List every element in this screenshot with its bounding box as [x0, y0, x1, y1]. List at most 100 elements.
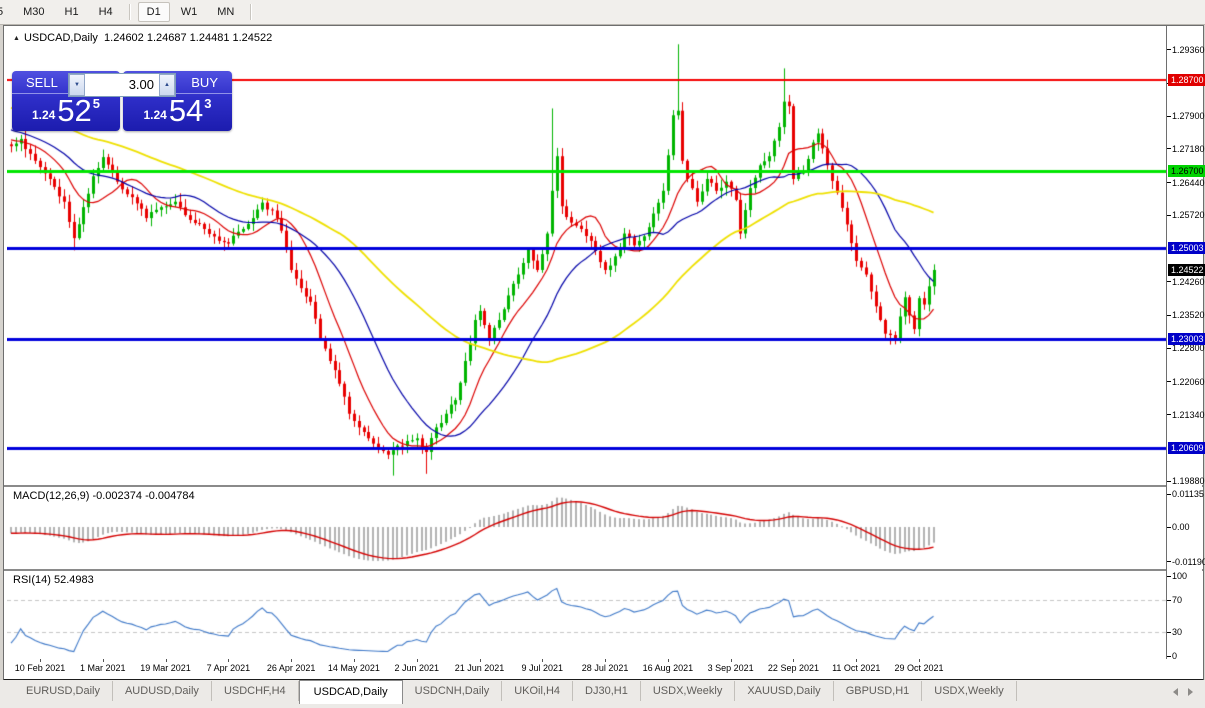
volume-input[interactable]: 3.00	[85, 74, 159, 96]
level-price-badge: 1.28700	[1168, 74, 1205, 86]
axis-tick-mark	[1167, 414, 1171, 415]
timeframe-button-h4[interactable]: H4	[90, 2, 122, 22]
date-tick-label: 21 Jun 2021	[455, 663, 505, 673]
level-price-badge: 1.23003	[1168, 333, 1205, 345]
tab-usdcnh-daily[interactable]: USDCNH,Daily	[403, 681, 503, 701]
level-price-badge: 1.26700	[1168, 165, 1205, 177]
price-tick-label: 1.19880	[1172, 476, 1205, 486]
axis-tick-mark	[1167, 348, 1171, 349]
rsi-panel[interactable]	[7, 571, 1166, 657]
axis-tick-mark	[1167, 561, 1171, 562]
tab-ukoil-h4[interactable]: UKOil,H4	[502, 681, 573, 701]
date-tick-mark	[291, 659, 292, 662]
date-tick-label: 2 Jun 2021	[394, 663, 439, 673]
date-tick-mark	[40, 659, 41, 662]
axis-tick-mark	[1167, 148, 1171, 149]
date-axis[interactable]: 10 Feb 20211 Mar 202119 Mar 20217 Apr 20…	[4, 659, 1203, 677]
tab-usdx-weekly[interactable]: USDX,Weekly	[641, 681, 735, 701]
toolbar-separator	[129, 4, 131, 20]
date-tick-label: 16 Aug 2021	[643, 663, 694, 673]
tab-eurusd-daily[interactable]: EURUSD,Daily	[14, 681, 113, 701]
price-tick-label: 1.24260	[1172, 277, 1205, 287]
spin-down-icon: ▼	[74, 82, 80, 88]
macd-tick-label: 0.01135	[1172, 489, 1204, 499]
axis-tick-mark	[1167, 656, 1171, 657]
date-tick-mark	[668, 659, 669, 662]
price-tick-label: 1.22060	[1172, 377, 1205, 387]
axis-tick-mark	[1167, 632, 1171, 633]
sell-price-big: 52	[57, 95, 91, 127]
timeframe-button-h1[interactable]: H1	[56, 2, 88, 22]
date-tick-label: 29 Oct 2021	[895, 663, 944, 673]
price-axis[interactable]: 1.293601.286201.279001.271801.264401.257…	[1166, 26, 1202, 659]
axis-tick-mark	[1167, 215, 1171, 216]
axis-tick-mark	[1167, 576, 1171, 577]
buy-price-big: 54	[169, 95, 203, 127]
rsi-indicator-label: RSI(14) 52.4983	[13, 574, 94, 586]
tab-audusd-daily[interactable]: AUDUSD,Daily	[113, 681, 212, 701]
macd-indicator-label: MACD(12,26,9) -0.002374 -0.004784	[13, 490, 195, 502]
date-tick-label: 7 Apr 2021	[207, 663, 251, 673]
timeframe-toolbar: 5 M30 H1 H4 D1 W1 MN	[0, 0, 1205, 25]
axis-tick-mark	[1167, 600, 1171, 601]
tab-scroll-right-icon[interactable]	[1188, 688, 1193, 696]
date-tick-mark	[542, 659, 543, 662]
tab-xauusd-daily[interactable]: XAUUSD,Daily	[735, 681, 833, 701]
axis-tick-mark	[1167, 527, 1171, 528]
rsi-canvas[interactable]	[7, 571, 1166, 657]
date-tick-label: 9 Jul 2021	[522, 663, 564, 673]
price-tick-label: 1.26440	[1172, 178, 1205, 188]
volume-decrease-button[interactable]: ▼	[69, 74, 85, 96]
timeframe-button-m30[interactable]: M30	[14, 2, 53, 22]
chart-symbol-label: USDCAD,Daily	[24, 32, 98, 44]
timeframe-button-d1[interactable]: D1	[138, 2, 170, 22]
buy-price-small: 1.24	[143, 108, 166, 122]
axis-tick-mark	[1167, 49, 1171, 50]
macd-tick-label: 0.00	[1172, 522, 1190, 532]
date-tick-mark	[856, 659, 857, 662]
macd-tick-label: -0.01190	[1172, 557, 1205, 567]
tab-usdx-weekly-2[interactable]: USDX,Weekly	[922, 681, 1016, 701]
tab-gbpusd-h1[interactable]: GBPUSD,H1	[834, 681, 923, 701]
date-tick-mark	[103, 659, 104, 662]
axis-tick-mark	[1167, 381, 1171, 382]
date-tick-mark	[919, 659, 920, 662]
date-tick-mark	[417, 659, 418, 662]
timeframe-button-w1[interactable]: W1	[172, 2, 207, 22]
date-tick-label: 11 Oct 2021	[832, 663, 880, 673]
timeframe-button-m5[interactable]: 5	[0, 2, 12, 22]
buy-price-sup: 3	[204, 96, 211, 111]
price-tick-label: 1.23520	[1172, 310, 1205, 320]
chart-tabbar: EURUSD,Daily AUDUSD,Daily USDCHF,H4 USDC…	[0, 680, 1205, 708]
tab-usdchf-h4[interactable]: USDCHF,H4	[212, 681, 299, 701]
tab-scroll-arrows	[1173, 680, 1205, 696]
tab-usdcad-daily[interactable]: USDCAD,Daily	[299, 680, 403, 704]
chart-ohlc-values: 1.24602 1.24687 1.24481 1.24522	[104, 32, 272, 44]
date-tick-mark	[605, 659, 606, 662]
chart-ohlc-title: ▲ USDCAD,Daily 1.24602 1.24687 1.24481 1.…	[13, 32, 272, 44]
axis-tick-mark	[1167, 494, 1171, 495]
collapse-triangle-icon[interactable]: ▲	[13, 35, 20, 42]
tab-scroll-left-icon[interactable]	[1173, 688, 1178, 696]
axis-tick-mark	[1167, 182, 1171, 183]
current-price-badge: 1.24522	[1168, 264, 1205, 276]
date-tick-label: 28 Jul 2021	[582, 663, 629, 673]
toolbar-separator	[250, 4, 252, 20]
date-tick-label: 1 Mar 2021	[80, 663, 126, 673]
axis-tick-mark	[1167, 116, 1171, 117]
volume-increase-button[interactable]: ▲	[159, 74, 175, 96]
timeframe-button-mn[interactable]: MN	[208, 2, 243, 22]
date-tick-mark	[793, 659, 794, 662]
sell-price: 1.24 52 5	[12, 94, 120, 127]
price-tick-label: 1.25720	[1172, 210, 1205, 220]
axis-tick-mark	[1167, 481, 1171, 482]
date-tick-label: 3 Sep 2021	[708, 663, 754, 673]
date-tick-mark	[354, 659, 355, 662]
rsi-tick-label: 100	[1172, 571, 1187, 581]
date-tick-label: 10 Feb 2021	[15, 663, 66, 673]
volume-spinner: ▼ 3.00 ▲	[68, 73, 176, 97]
level-price-badge: 1.20609	[1168, 442, 1205, 454]
tab-dj30-h1[interactable]: DJ30,H1	[573, 681, 641, 701]
date-tick-label: 14 May 2021	[328, 663, 380, 673]
chart-window: ▲ USDCAD,Daily 1.24602 1.24687 1.24481 1.…	[3, 25, 1204, 681]
